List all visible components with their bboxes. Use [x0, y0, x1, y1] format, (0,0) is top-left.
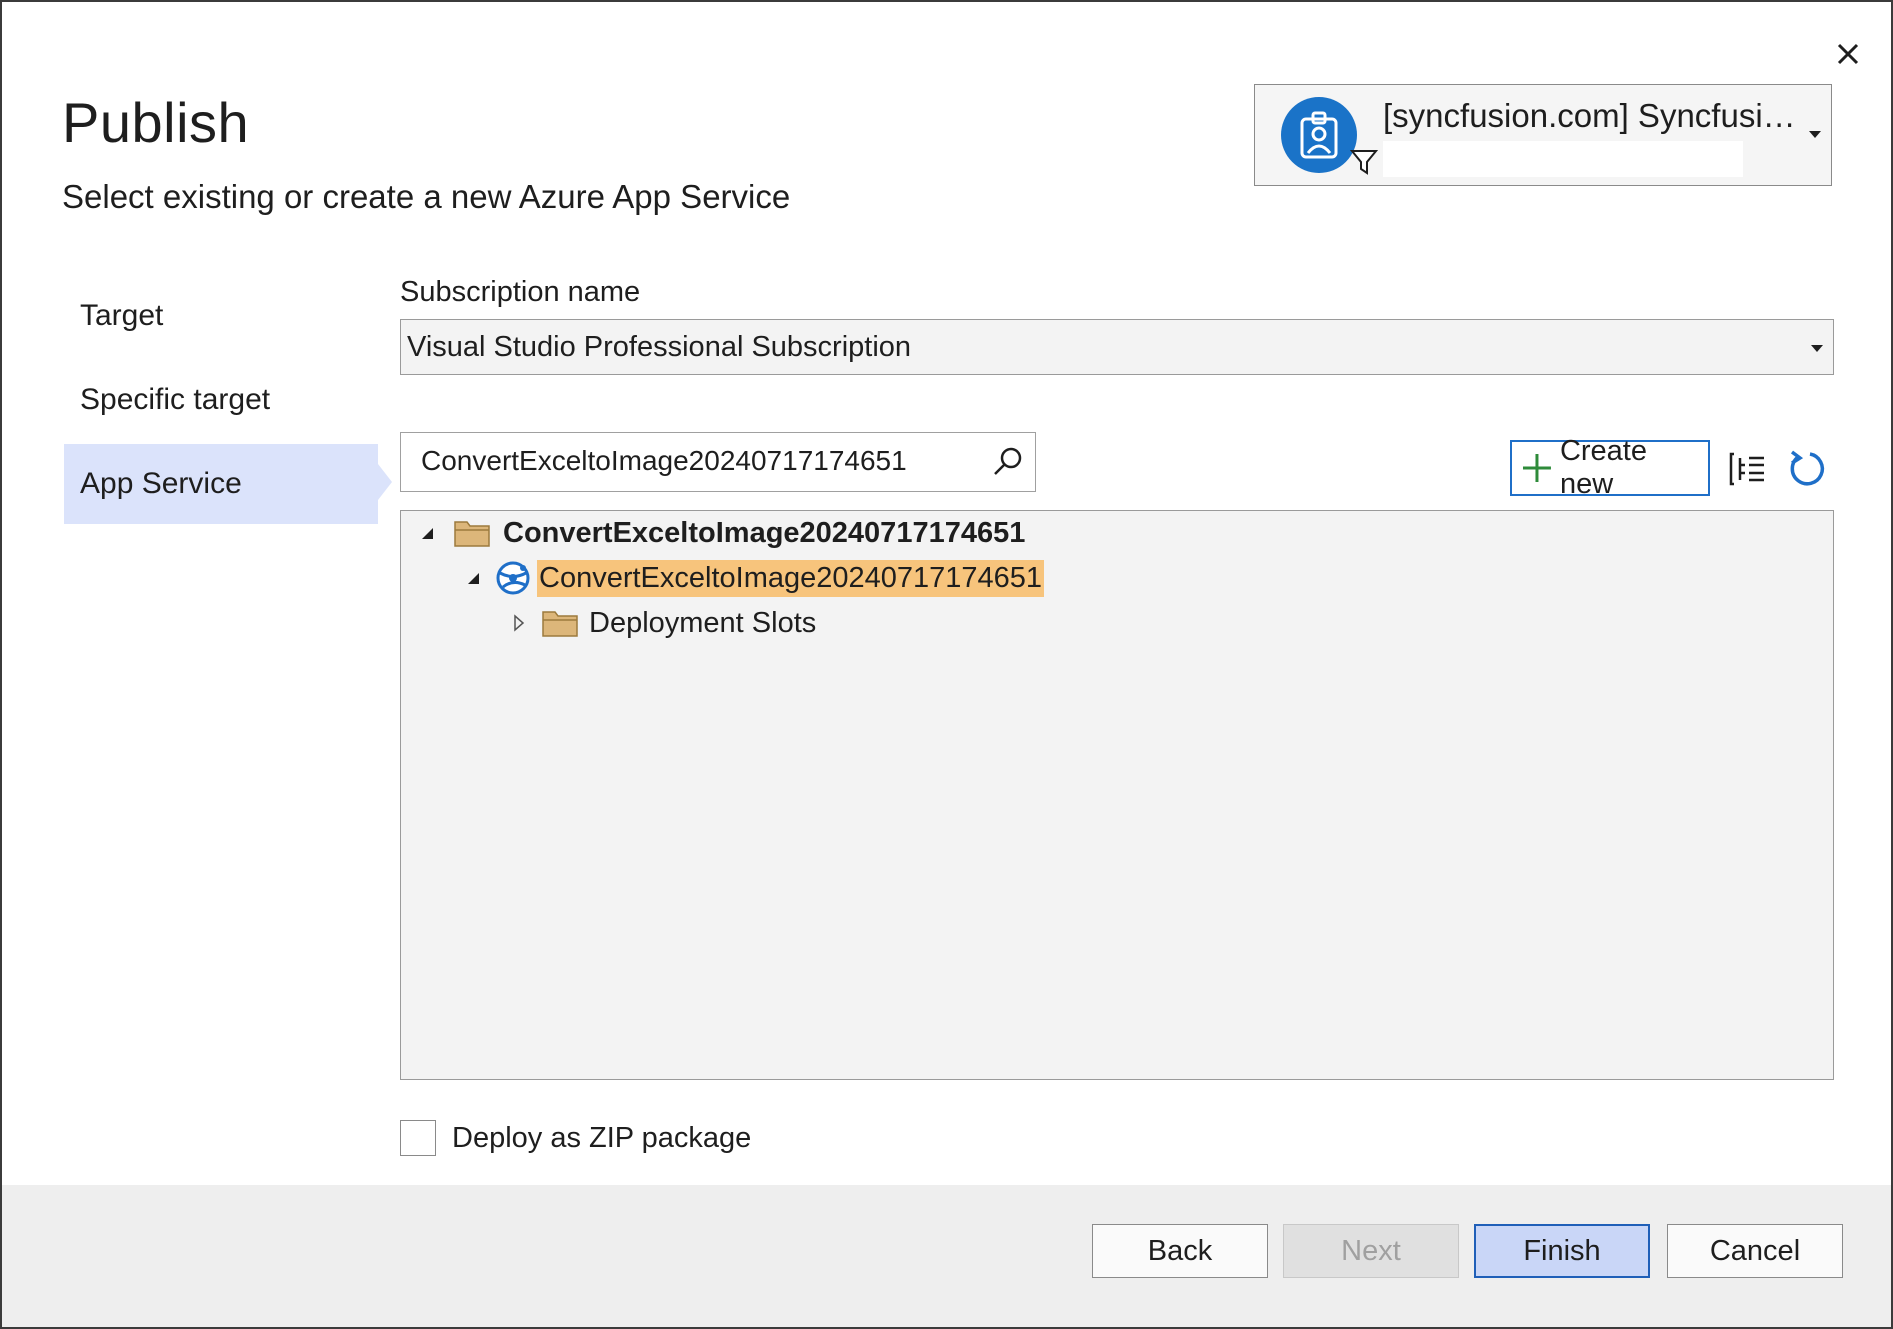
- publish-dialog: Publish Select existing or create a new …: [0, 0, 1893, 1329]
- deploy-zip-checkbox[interactable]: [400, 1120, 436, 1156]
- nav-item-target[interactable]: Target: [64, 276, 378, 356]
- badge-icon: [1300, 111, 1338, 159]
- create-new-label: Create new: [1559, 435, 1647, 500]
- avatar: [1281, 97, 1357, 173]
- page-title: Publish: [62, 91, 250, 154]
- finish-button[interactable]: Finish: [1474, 1224, 1650, 1278]
- account-name: [syncfusion.com] Syncfusi…: [1383, 97, 1796, 134]
- tree-item-label: ConvertExceltoImage20240717174651: [503, 516, 1026, 549]
- folder-icon: [454, 521, 490, 547]
- account-email-redacted: [1383, 141, 1743, 177]
- chevron-down-icon: [1809, 131, 1821, 138]
- nav-active-pointer: [378, 464, 392, 500]
- search-icon[interactable]: [991, 445, 1025, 479]
- close-icon: [1837, 43, 1859, 65]
- plus-icon: [1522, 454, 1551, 482]
- search-box: [400, 432, 1036, 492]
- chevron-down-icon: [1811, 345, 1823, 352]
- tree-item-label: Deployment Slots: [589, 606, 817, 639]
- tree-view-icon[interactable]: [1728, 448, 1770, 490]
- back-button[interactable]: Back: [1092, 1224, 1268, 1278]
- deploy-zip-option[interactable]: Deploy as ZIP package: [400, 1120, 751, 1156]
- subscription-label: Subscription name: [400, 276, 641, 308]
- tree-item-resource-group[interactable]: ConvertExceltoImage20240717174651: [417, 513, 1027, 553]
- next-button[interactable]: Next: [1283, 1224, 1459, 1278]
- cancel-button[interactable]: Cancel: [1667, 1224, 1843, 1278]
- nav-item-label: Specific target: [80, 383, 271, 416]
- search-input[interactable]: [421, 441, 981, 481]
- nav-item-label: Target: [80, 299, 164, 332]
- tree-item-app-service[interactable]: ConvertExceltoImage20240717174651: [463, 558, 1045, 598]
- create-new-button[interactable]: Create new: [1510, 435, 1710, 500]
- deploy-zip-label: Deploy as ZIP package: [452, 1121, 752, 1154]
- filter-icon: [1349, 150, 1379, 175]
- subscription-dropdown[interactable]: Visual Studio Professional Subscription: [400, 319, 1834, 375]
- app-service-tree: ConvertExceltoImage20240717174651 Conver…: [400, 510, 1834, 1080]
- nav-item-label: App Service: [80, 467, 242, 500]
- account-selector[interactable]: [syncfusion.com] Syncfusi…: [1254, 84, 1832, 186]
- folder-icon: [542, 611, 578, 637]
- refresh-icon[interactable]: [1786, 448, 1828, 490]
- tree-item-deployment-slots[interactable]: Deployment Slots: [509, 603, 818, 643]
- collapse-icon[interactable]: [417, 523, 437, 543]
- page-subtitle: Select existing or create a new Azure Ap…: [62, 178, 791, 215]
- expand-icon[interactable]: [509, 613, 529, 633]
- close-button[interactable]: [1824, 30, 1872, 78]
- globe-icon: [496, 561, 530, 595]
- nav-item-specific-target[interactable]: Specific target: [64, 360, 378, 440]
- collapse-icon[interactable]: [463, 568, 483, 588]
- nav-item-app-service[interactable]: App Service: [64, 444, 378, 524]
- tree-item-label: ConvertExceltoImage20240717174651: [537, 559, 1045, 597]
- subscription-value: Visual Studio Professional Subscription: [407, 331, 912, 363]
